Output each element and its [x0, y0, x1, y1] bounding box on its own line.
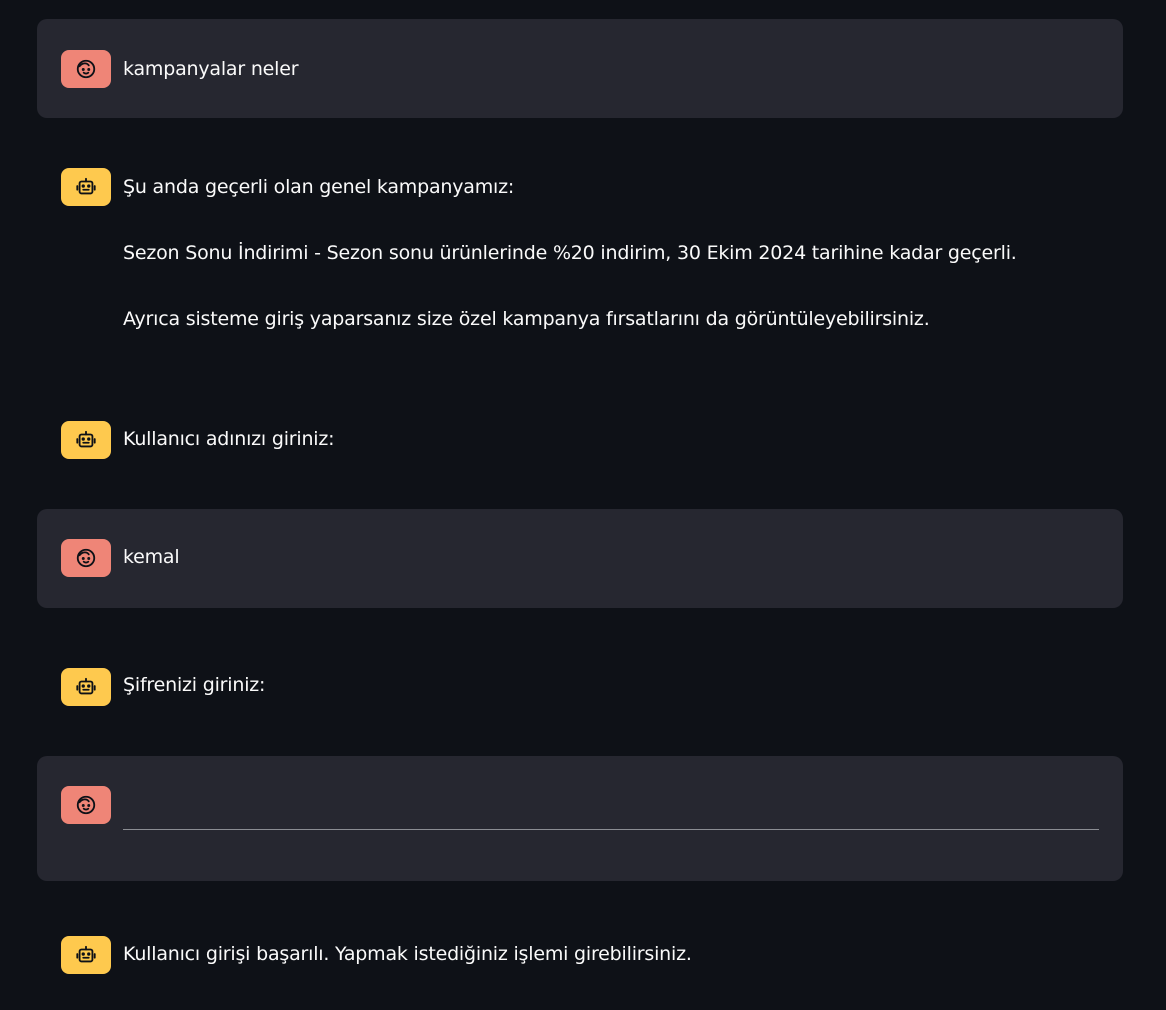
message-body: kemal [123, 543, 1099, 571]
message-text: Kullanıcı adınızı giriniz: [123, 428, 335, 450]
robot-icon [75, 429, 97, 451]
user-face-icon [75, 794, 97, 816]
assistant-avatar [61, 936, 111, 974]
user-avatar [61, 539, 111, 577]
message-body: Kullanıcı girişi başarılı. Yapmak istedi… [123, 940, 1099, 968]
message-paragraph: Ayrıca sisteme giriş yaparsanız size öze… [123, 308, 930, 330]
chat-history: kampanyalar neler Şu anda geçerli olan g… [0, 0, 1166, 1010]
robot-icon [75, 944, 97, 966]
assistant-message: Kullanıcı adınızı giriniz: [37, 388, 1123, 480]
assistant-message: Şu anda geçerli olan genel kampanyamız: … [37, 140, 1123, 350]
message-text: Şifrenizi giriniz: [123, 674, 266, 696]
user-message: kemal [37, 509, 1123, 608]
user-avatar [61, 50, 111, 88]
message-body: Kullanıcı adınızı giriniz: [123, 425, 1099, 453]
message-text: kampanyalar neler [123, 58, 299, 80]
user-message: kampanyalar neler [37, 19, 1123, 118]
assistant-avatar [61, 668, 111, 706]
message-body: Şifrenizi giriniz: [123, 671, 1099, 699]
assistant-message: Kullanıcı girişi başarılı. Yapmak istedi… [37, 910, 1123, 1002]
message-paragraph: Sezon Sonu İndirimi - Sezon sonu ürünler… [123, 242, 1017, 264]
user-avatar [61, 786, 111, 824]
message-text: Kullanıcı girişi başarılı. Yapmak istedi… [123, 943, 692, 965]
message-text: kemal [123, 546, 180, 568]
password-field[interactable] [123, 776, 1099, 830]
assistant-avatar [61, 421, 111, 459]
message-body: kampanyalar neler [123, 55, 1099, 83]
assistant-message: Şifrenizi giriniz: [37, 636, 1123, 728]
user-face-icon [75, 58, 97, 80]
user-face-icon [75, 547, 97, 569]
user-message [37, 756, 1123, 881]
message-paragraph: Şu anda geçerli olan genel kampanyamız: [123, 176, 515, 198]
assistant-avatar [61, 168, 111, 206]
robot-icon [75, 676, 97, 698]
robot-icon [75, 176, 97, 198]
message-body: Şu anda geçerli olan genel kampanyamız: … [123, 173, 1099, 333]
